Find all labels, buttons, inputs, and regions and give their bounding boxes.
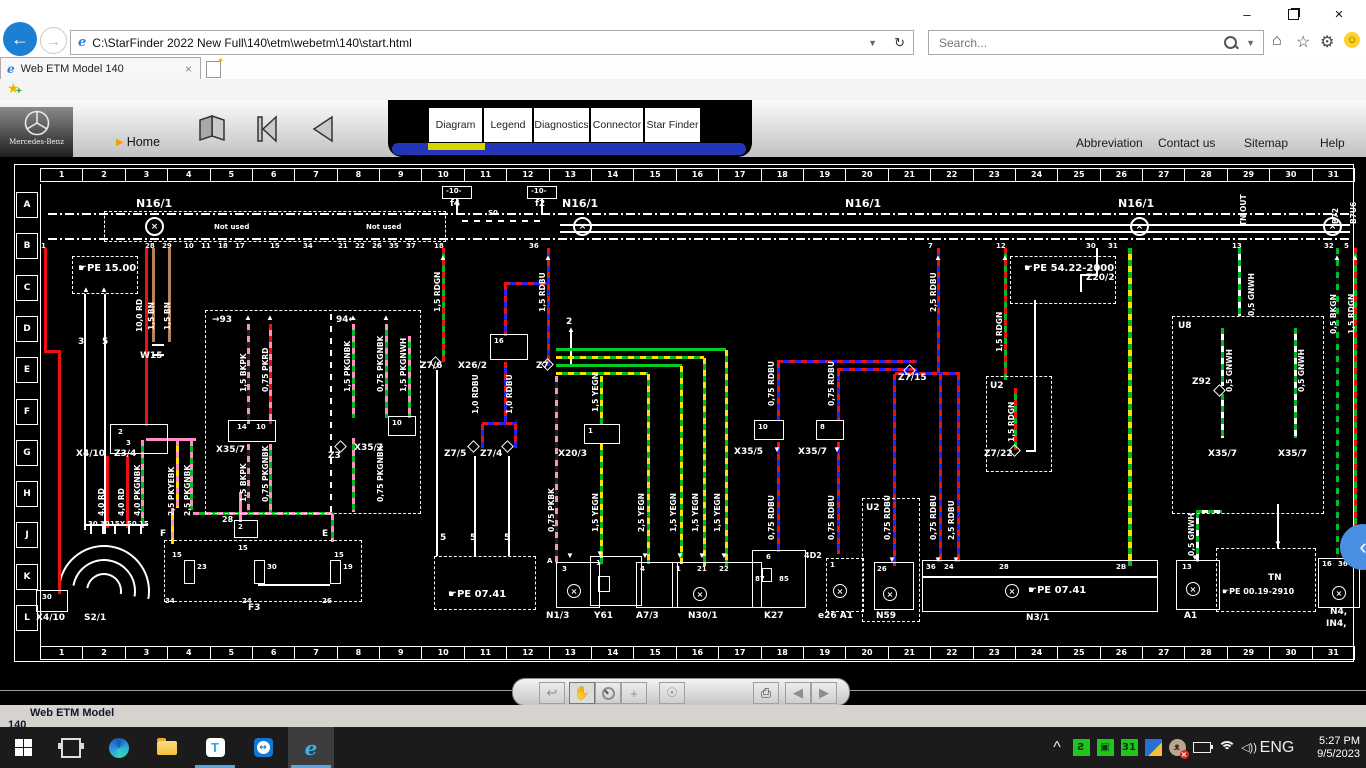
forward-button[interactable]: → xyxy=(40,27,67,54)
settings-gear-icon[interactable]: ⚙ xyxy=(1320,32,1334,52)
restore-button[interactable] xyxy=(1270,0,1316,28)
page-back-button[interactable]: ◀ xyxy=(785,682,811,704)
tray-calendar-icon[interactable]: 31 xyxy=(1118,727,1140,768)
status-bar: Web ETM Model 140 xyxy=(0,705,1366,727)
home-arrow-icon: ▶ xyxy=(116,137,124,148)
tray-green-lock-icon[interactable]: ▣ xyxy=(1094,727,1116,768)
tray-language[interactable]: ENG xyxy=(1262,727,1292,768)
home-label: Home xyxy=(127,135,160,149)
chevron-down-icon[interactable]: ▼ xyxy=(1246,38,1255,48)
address-url: C:\StarFinder 2022 New Full\140\etm\webe… xyxy=(92,36,411,50)
feedback-smiley-icon[interactable]: ☺ xyxy=(1344,32,1360,48)
app-tab-diagram[interactable]: Diagram xyxy=(428,107,483,143)
taskbar: T ↔ e ^ Ƨ ▣ 31 ᴥ ◁)) ENG 5:27 PM 9/5/202… xyxy=(0,727,1366,768)
window-titlebar: – × xyxy=(0,0,1366,28)
new-tab-button[interactable] xyxy=(206,61,221,78)
mercedes-star-icon xyxy=(24,110,50,136)
print-button[interactable]: ⎙ xyxy=(753,682,779,704)
pan-hand-button[interactable]: ✋ xyxy=(569,682,595,704)
tray-battery-icon[interactable] xyxy=(1190,727,1214,768)
browser-tab[interactable]: e Web ETM Model 140 × xyxy=(0,57,201,80)
active-tab-indicator xyxy=(428,143,485,150)
header-link-sitemap[interactable]: Sitemap xyxy=(1244,136,1288,150)
rotate-left-button[interactable]: ↩ xyxy=(539,682,565,704)
header-link-contact-us[interactable]: Contact us xyxy=(1158,136,1215,150)
zoom-button[interactable] xyxy=(595,682,621,704)
app-tab-legend[interactable]: Legend xyxy=(483,107,533,143)
tray-clock[interactable]: 5:27 PM 9/5/2023 xyxy=(1317,727,1360,768)
search-placeholder: Search... xyxy=(939,36,987,50)
tray-volume-icon[interactable]: ◁)) xyxy=(1238,727,1260,768)
home-icon[interactable]: ⌂ xyxy=(1272,32,1282,50)
search-input[interactable]: Search... ▼ xyxy=(928,30,1264,55)
add-favorite-icon[interactable]: ★ xyxy=(7,80,20,97)
favorites-star-icon[interactable]: ☆ xyxy=(1296,32,1310,52)
page-forward-button[interactable]: ▶ xyxy=(811,682,837,704)
taskbar-app-icon[interactable]: T xyxy=(192,727,238,768)
address-bar[interactable]: e C:\StarFinder 2022 New Full\140\etm\we… xyxy=(70,30,914,55)
mercedes-logo: Mercedes-Benz xyxy=(0,107,73,157)
tray-wifi-icon[interactable] xyxy=(1216,727,1238,768)
favorites-bar: ★ xyxy=(0,79,1366,101)
status-text-line1: Web ETM Model xyxy=(30,707,114,719)
taskbar-teamviewer-icon[interactable]: ↔ xyxy=(240,727,286,768)
home-link[interactable]: ▶ Home xyxy=(116,135,160,149)
app-tab-connector[interactable]: Connector xyxy=(590,107,644,143)
taskbar-ie-icon-active[interactable]: e xyxy=(288,727,334,768)
screen: – × ← → e C:\StarFinder 2022 New Full\14… xyxy=(0,0,1366,768)
task-view-button[interactable] xyxy=(48,727,94,768)
tab-title: Web ETM Model 140 xyxy=(21,63,124,75)
diagram-toolbar: ↩ ✋ + ☉ ⎙ ◀ ▶ xyxy=(512,678,850,706)
status-text-line2: 140 xyxy=(8,719,26,727)
app-header: Mercedes-Benz ▶ Home Abbreviation Contact… xyxy=(0,100,1366,159)
refresh-icon[interactable]: ↻ xyxy=(894,35,905,51)
start-button[interactable] xyxy=(0,727,46,768)
lamp-button[interactable]: ☉ xyxy=(659,682,685,704)
tab-close-icon[interactable]: × xyxy=(185,62,192,76)
tray-date: 9/5/2023 xyxy=(1317,748,1360,760)
ie-favicon: e xyxy=(7,62,15,76)
crosshair-button[interactable]: + xyxy=(621,682,647,704)
tab-strip: e Web ETM Model 140 × xyxy=(0,57,1366,79)
diagram-canvas[interactable] xyxy=(0,157,1366,705)
app-tab-diagnostics[interactable]: Diagnostics xyxy=(533,107,590,143)
header-link-help[interactable]: Help xyxy=(1320,136,1345,150)
ie-icon: e xyxy=(78,35,86,50)
chevron-down-icon[interactable]: ▼ xyxy=(868,38,877,48)
tray-chevron-up[interactable]: ^ xyxy=(1046,727,1068,768)
close-button[interactable]: × xyxy=(1316,0,1362,28)
book-icon[interactable] xyxy=(194,112,230,146)
taskbar-file-explorer-icon[interactable] xyxy=(144,727,190,768)
header-link-abbreviation[interactable]: Abbreviation xyxy=(1076,136,1143,150)
back-arrow-icon[interactable] xyxy=(306,112,340,146)
tray-vmware-icon[interactable] xyxy=(1142,727,1164,768)
taskbar-edge-icon[interactable] xyxy=(96,727,142,768)
tray-time: 5:27 PM xyxy=(1317,735,1360,747)
tray-antivirus-icon[interactable]: ᴥ xyxy=(1166,727,1188,768)
search-icon[interactable] xyxy=(1224,36,1237,49)
tray-green-app-icon[interactable]: Ƨ xyxy=(1070,727,1092,768)
brand-name: Mercedes-Benz xyxy=(9,138,64,146)
app-tab-star-finder[interactable]: Star Finder xyxy=(644,107,701,143)
skip-to-start-icon[interactable] xyxy=(250,112,284,146)
back-button[interactable]: ← xyxy=(3,22,37,56)
minimize-button[interactable]: – xyxy=(1224,0,1270,28)
